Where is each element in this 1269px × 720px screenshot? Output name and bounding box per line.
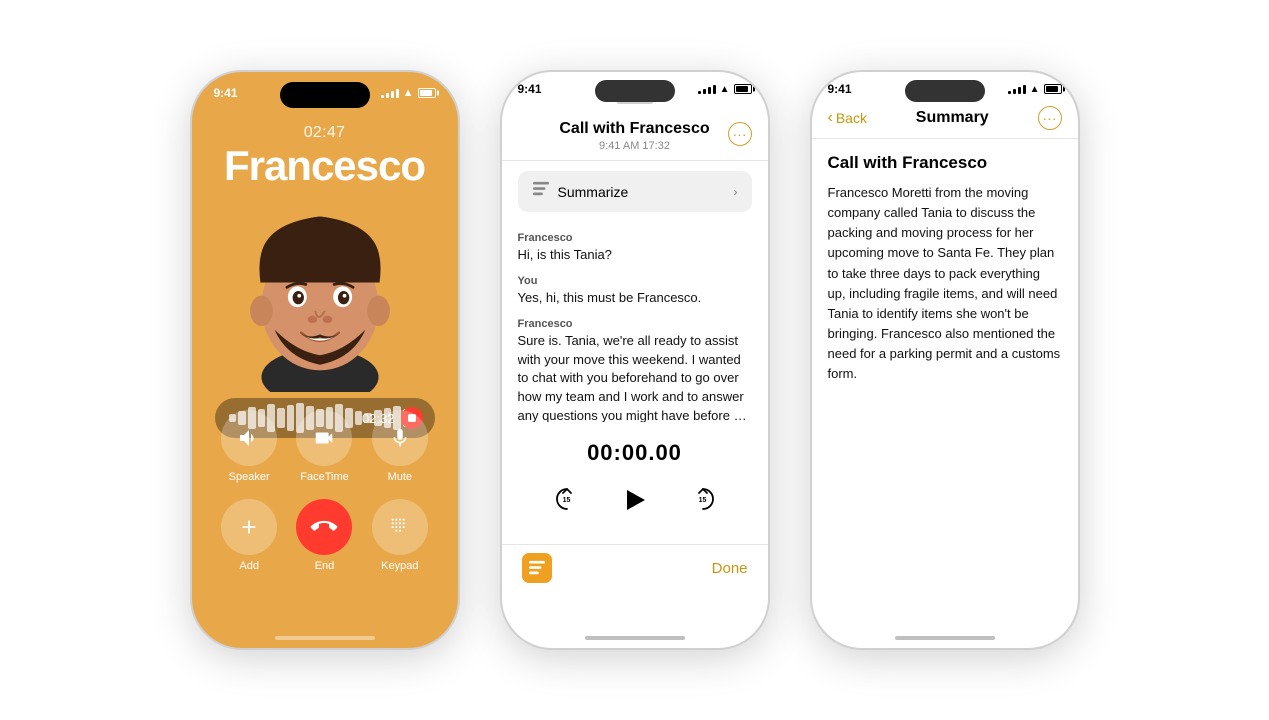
button-row-1: Speaker FaceTime Mute	[212, 410, 438, 483]
summary-text: Francesco Moretti from the moving compan…	[828, 183, 1062, 384]
home-indicator-2	[585, 636, 685, 640]
battery-icon-3	[1044, 84, 1062, 94]
end-call-button[interactable]: End	[296, 499, 352, 572]
dynamic-island-2	[595, 80, 675, 102]
skip-back-label: 15	[563, 497, 571, 504]
keypad-label: Keypad	[381, 560, 418, 572]
skip-back-button[interactable]: 15	[549, 482, 585, 518]
status-icons-3: ▲	[1008, 84, 1062, 95]
signal-icon	[381, 88, 399, 98]
wifi-icon: ▲	[403, 87, 414, 99]
call-duration: 02:47	[192, 124, 458, 142]
summarize-button[interactable]: Summarize ›	[518, 171, 752, 212]
facetime-button[interactable]: FaceTime	[296, 410, 352, 483]
summarize-label: Summarize	[558, 184, 629, 200]
summary-nav: ‹ Back Summary ···	[812, 100, 1078, 139]
text-3: Sure is. Tania, we're all ready to assis…	[518, 332, 752, 422]
facetime-label: FaceTime	[300, 471, 349, 483]
call-controls: Speaker FaceTime Mute Add	[192, 410, 458, 588]
add-label: Add	[239, 560, 259, 572]
transcript-subtitle: 9:41 AM 17:32	[518, 140, 752, 152]
memoji-avatar	[235, 192, 415, 392]
sender-1: Francesco	[518, 232, 752, 244]
battery-icon	[418, 88, 436, 98]
sender-2: You	[518, 275, 752, 287]
back-label: Back	[836, 110, 867, 126]
end-label: End	[315, 560, 335, 572]
back-button[interactable]: ‹ Back	[828, 109, 867, 127]
transcript-body: Francesco Hi, is this Tania? You Yes, hi…	[502, 222, 768, 422]
summarize-icon	[532, 181, 550, 202]
keypad-button[interactable]: Keypad	[372, 499, 428, 572]
signal-icon-3	[1008, 84, 1026, 94]
phone-transcript: 9:41 ▲ Call with Francesco 9:41 AM 17:32…	[500, 70, 770, 650]
more-options-button[interactable]: ···	[728, 122, 752, 146]
play-icon	[627, 490, 645, 510]
mute-button[interactable]: Mute	[372, 410, 428, 483]
speaker-button[interactable]: Speaker	[221, 410, 277, 483]
time-display-2: 9:41	[518, 82, 542, 96]
player-controls: 15 15	[502, 478, 768, 522]
button-row-2: Add End Keypad	[212, 499, 438, 572]
message-3: Francesco Sure is. Tania, we're all read…	[518, 318, 752, 422]
summary-more-button[interactable]: ···	[1038, 106, 1062, 130]
battery-icon-2	[734, 84, 752, 94]
phone-active-call: 9:41 ▲ 02:47 Francesco	[190, 70, 460, 650]
done-button[interactable]: Done	[712, 560, 748, 577]
message-1: Francesco Hi, is this Tania?	[518, 232, 752, 265]
audio-timestamp: 00:00.00	[502, 440, 768, 466]
transcript-header-area: Call with Francesco 9:41 AM 17:32 ···	[502, 110, 768, 161]
summarize-chevron: ›	[734, 185, 738, 199]
mute-label: Mute	[388, 471, 412, 483]
back-chevron-icon: ‹	[828, 109, 833, 127]
message-2: You Yes, hi, this must be Francesco.	[518, 275, 752, 308]
skip-fwd-label: 15	[699, 497, 707, 504]
transcript-footer: Done	[502, 544, 768, 593]
time-display-3: 9:41	[828, 82, 852, 96]
transcript-icon	[522, 553, 552, 583]
phone-summary: 9:41 ▲ ‹ Back Summary ··· Call with Fran…	[810, 70, 1080, 650]
sender-3: Francesco	[518, 318, 752, 330]
home-indicator	[275, 636, 375, 640]
speaker-label: Speaker	[229, 471, 270, 483]
dynamic-island-3	[905, 80, 985, 102]
status-icons-2: ▲	[698, 84, 752, 95]
dynamic-island	[280, 82, 370, 108]
summary-call-title: Call with Francesco	[828, 153, 1062, 173]
add-button[interactable]: Add	[221, 499, 277, 572]
summary-nav-title: Summary	[916, 109, 989, 127]
skip-fwd-button[interactable]: 15	[685, 482, 721, 518]
caller-name: Francesco	[192, 142, 458, 190]
signal-icon-2	[698, 84, 716, 94]
summary-body: Call with Francesco Francesco Moretti fr…	[812, 139, 1078, 398]
play-button[interactable]	[613, 478, 657, 522]
time-display: 9:41	[214, 86, 238, 100]
home-indicator-3	[895, 636, 995, 640]
status-icons: ▲	[381, 87, 436, 99]
text-1: Hi, is this Tania?	[518, 246, 752, 265]
audio-player: 00:00.00 15 15	[502, 432, 768, 530]
transcript-title: Call with Francesco	[518, 120, 752, 138]
text-2: Yes, hi, this must be Francesco.	[518, 289, 752, 308]
summarize-left: Summarize	[532, 181, 629, 202]
